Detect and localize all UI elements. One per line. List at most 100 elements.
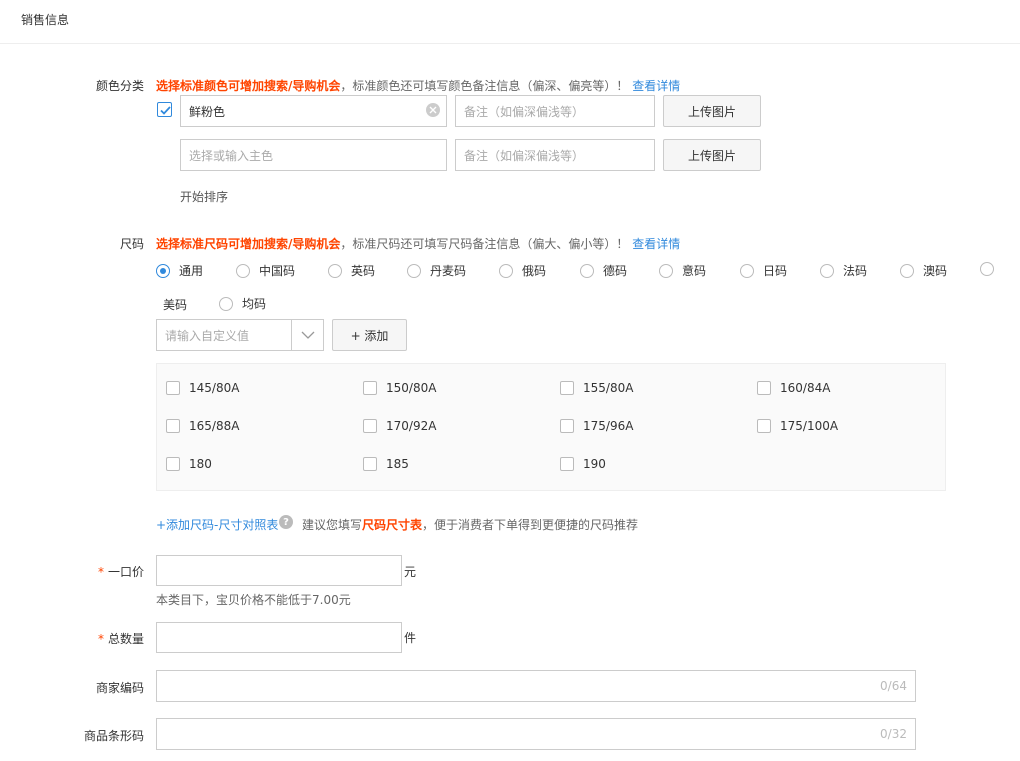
radio-button[interactable] [407, 263, 421, 278]
radio-button[interactable] [659, 263, 673, 278]
size-radio-7[interactable]: 日码 [740, 262, 787, 279]
size-option-label: 145/80A [189, 381, 240, 395]
section-header: 销售信息 [0, 0, 1020, 44]
size-option-8[interactable]: 180 [166, 457, 212, 471]
size-option-checkbox[interactable] [166, 457, 180, 471]
size-option-checkbox[interactable] [757, 381, 771, 395]
radio-label: 法码 [843, 264, 868, 278]
barcode-input[interactable]: 0/32 [156, 718, 916, 750]
size-radio-4[interactable]: 俄码 [499, 262, 546, 279]
quantity-label: * 总数量 [97, 632, 144, 646]
size-radio-5[interactable]: 德码 [580, 262, 627, 279]
size-chart-hint: 建议您填写尺码尺寸表，便于消费者下单得到更便捷的尺码推荐 [302, 518, 639, 532]
section-title: 销售信息 [21, 13, 70, 27]
price-unit: 元 [404, 565, 417, 579]
size-option-label: 170/92A [386, 419, 437, 433]
radio-label: 均码 [242, 297, 267, 311]
size-option-9[interactable]: 185 [363, 457, 409, 471]
color-row-2-note-input[interactable]: 备注（如偏深偏浅等） [455, 139, 655, 171]
size-option-label: 185 [386, 457, 409, 471]
radio-button[interactable] [900, 263, 914, 278]
size-label: 尺码 [119, 237, 144, 251]
size-option-checkbox[interactable] [363, 419, 377, 433]
size-radio-0[interactable]: 通用 [156, 262, 203, 279]
radio-label: 通用 [179, 264, 204, 278]
color-row-1-checkbox[interactable] [157, 102, 172, 117]
check-icon [160, 106, 171, 115]
size-option-label: 180 [189, 457, 212, 471]
quantity-input[interactable] [156, 622, 402, 653]
size-option-label: 155/80A [583, 381, 634, 395]
radio-label: 美码 [163, 298, 188, 312]
size-detail-link[interactable]: 查看详情 [632, 237, 680, 251]
radio-button[interactable] [328, 263, 342, 278]
size-options-panel: 145/80A 150/80A 155/80A 160/84A 165/88A 170/9… [156, 363, 946, 491]
merchant-code-label: 商家编码 [95, 681, 144, 695]
radio-button[interactable] [236, 263, 250, 278]
color-row-1-upload-button[interactable]: 上传图片 [663, 95, 761, 127]
radio-label: 日码 [763, 264, 788, 278]
radio-button[interactable] [820, 263, 834, 278]
sort-link[interactable]: 开始排序 [180, 188, 228, 205]
size-option-checkbox[interactable] [560, 457, 574, 471]
size-option-label: 190 [583, 457, 606, 471]
price-label: * 一口价 [97, 565, 144, 579]
size-option-checkbox[interactable] [560, 381, 574, 395]
size-option-checkbox[interactable] [166, 419, 180, 433]
clear-icon[interactable] [426, 103, 440, 117]
radio-label: 中国码 [259, 264, 296, 278]
size-hint: 选择标准尺码可增加搜索/导购机会，标准尺码还可填写尺码备注信息（偏大、偏小等）！… [156, 237, 681, 251]
size-option-2[interactable]: 155/80A [560, 381, 633, 395]
size-option-checkbox[interactable] [363, 457, 377, 471]
size-radio-8[interactable]: 法码 [820, 262, 867, 279]
color-label: 颜色分类 [95, 79, 144, 93]
radio-button[interactable] [580, 263, 594, 278]
color-row-1-input[interactable]: 鲜粉色 [180, 95, 447, 127]
chevron-down-icon[interactable] [291, 320, 323, 350]
size-option-checkbox[interactable] [560, 419, 574, 433]
size-option-checkbox[interactable] [757, 419, 771, 433]
size-option-label: 165/88A [189, 419, 240, 433]
size-radio-11[interactable]: 均码 [219, 295, 266, 312]
radio-label: 澳码 [923, 264, 948, 278]
barcode-label: 商品条形码 [83, 729, 144, 743]
size-option-6[interactable]: 175/96A [560, 419, 633, 433]
radio-button[interactable] [219, 296, 233, 311]
size-option-checkbox[interactable] [166, 381, 180, 395]
radio-button[interactable] [156, 263, 170, 278]
merchant-code-input[interactable]: 0/64 [156, 670, 916, 702]
size-radio-3[interactable]: 丹麦码 [407, 262, 466, 279]
color-row-2-input[interactable]: 选择或输入主色 [180, 139, 447, 171]
price-hint: 本类目下，宝贝价格不能低于7.00元 [156, 593, 351, 607]
size-option-5[interactable]: 170/92A [363, 419, 436, 433]
color-detail-link[interactable]: 查看详情 [632, 79, 680, 93]
size-radio-9[interactable]: 澳码 [900, 262, 947, 279]
radio-button[interactable] [740, 263, 754, 278]
custom-size-combo[interactable]: 请输入自定义值 [156, 319, 324, 351]
size-radio-1[interactable]: 中国码 [236, 262, 295, 279]
size-option-7[interactable]: 175/100A [757, 419, 838, 433]
radio-label: 俄码 [522, 264, 547, 278]
color-row-2-upload-button[interactable]: 上传图片 [663, 139, 761, 171]
radio-button[interactable] [980, 262, 994, 276]
size-option-checkbox[interactable] [363, 381, 377, 395]
help-icon[interactable]: ? [279, 515, 293, 529]
price-input[interactable] [156, 555, 402, 586]
add-size-button[interactable]: + 添加 [332, 319, 407, 351]
radio-label: 德码 [603, 264, 628, 278]
size-radio-10[interactable] [980, 262, 1003, 276]
size-option-10[interactable]: 190 [560, 457, 606, 471]
size-option-label: 175/96A [583, 419, 634, 433]
size-option-4[interactable]: 165/88A [166, 419, 239, 433]
radio-label: 丹麦码 [430, 264, 467, 278]
add-size-chart-link[interactable]: +添加尺码-尺寸对照表 [156, 516, 278, 533]
color-row-1-note-input[interactable]: 备注（如偏深偏浅等） [455, 95, 655, 127]
size-radio-6[interactable]: 意码 [659, 262, 706, 279]
radio-button[interactable] [499, 263, 513, 278]
radio-label: 意码 [682, 264, 707, 278]
size-option-1[interactable]: 150/80A [363, 381, 436, 395]
color-hint: 选择标准颜色可增加搜索/导购机会，标准颜色还可填写颜色备注信息（偏深、偏亮等）！… [156, 79, 681, 93]
size-option-0[interactable]: 145/80A [166, 381, 239, 395]
size-option-3[interactable]: 160/84A [757, 381, 830, 395]
size-radio-2[interactable]: 英码 [328, 262, 375, 279]
